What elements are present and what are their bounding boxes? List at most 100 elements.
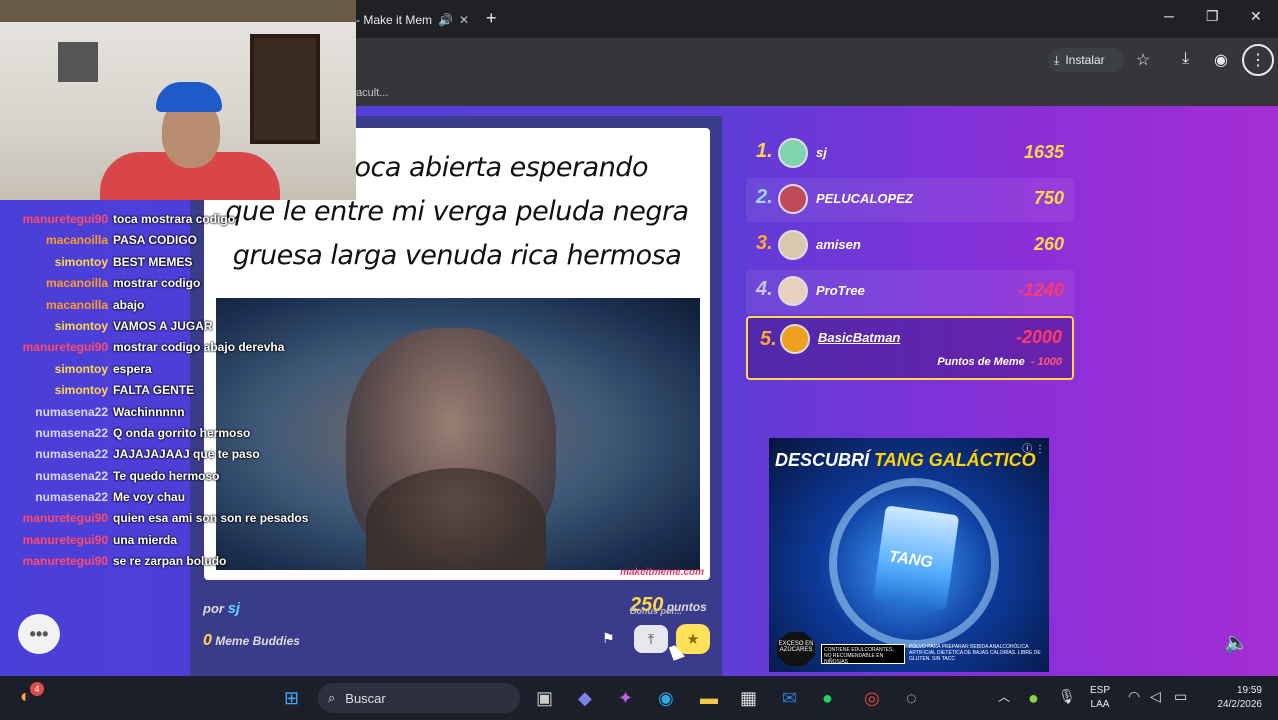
- me-name[interactable]: BasicBatman: [818, 330, 900, 345]
- download-icon[interactable]: ⤓: [1182, 50, 1189, 68]
- chat-text: una mierda: [113, 532, 178, 547]
- player-avatar: [778, 276, 808, 306]
- chat-username: macanoilla: [45, 233, 108, 248]
- chat-message: macanoilla mostrar codigo: [0, 276, 330, 297]
- wifi-icon[interactable]: ◠: [1128, 688, 1140, 705]
- player-name[interactable]: PELUCALOPEZ: [816, 191, 913, 206]
- meme-buddies: 0 Meme Buddies: [203, 632, 300, 650]
- chat-username: macanoilla: [45, 276, 108, 291]
- chat-text: mostrar codigo abajo derevha: [113, 340, 285, 355]
- chat-username: manuretegui90: [22, 511, 108, 526]
- beard-shape: [366, 468, 546, 570]
- leaderboard-me: 5. BasicBatman -2000 Puntos de Meme - 100…: [746, 316, 1074, 380]
- ad-pack-label: TANG: [887, 548, 934, 572]
- chat-message: manuretegui90 se re zarpan boludo: [0, 554, 330, 575]
- file-explorer-icon[interactable]: ▬: [700, 688, 718, 709]
- outlook-icon[interactable]: ✉: [782, 688, 797, 709]
- star-bookmark-icon[interactable]: ☆: [1136, 50, 1150, 70]
- ad-warning-badge: EXCESO EN AZÚCARES: [777, 632, 815, 666]
- chat-username: manuretegui90: [22, 212, 108, 226]
- new-tab-button[interactable]: +: [486, 8, 497, 29]
- chat-message: manuretegui90 mostrar codigo abajo derevh…: [0, 340, 330, 361]
- browser-menu-icon[interactable]: ⋮: [1242, 44, 1274, 76]
- chat-message: manuretegui90 quien esa ami son son re pe…: [0, 511, 330, 532]
- ad-info-icon[interactable]: ⓘ ⋮: [1022, 440, 1045, 455]
- chat-username: numasena22: [35, 468, 108, 483]
- spotify-icon[interactable]: ●: [822, 688, 833, 709]
- chat-message: numasena22 Wachinnnnn: [0, 405, 330, 426]
- chat-text: JAJAJAJAAJ que te paso: [113, 447, 260, 462]
- chat-text: espera: [113, 361, 152, 376]
- maximize-button[interactable]: ❐: [1206, 8, 1219, 25]
- volume-icon[interactable]: 🔈: [1224, 630, 1249, 655]
- chat-username: simontoy: [54, 383, 108, 398]
- leaderboard-rank: 4.: [756, 278, 773, 300]
- chat-text: se re zarpan boludo: [113, 554, 227, 569]
- leaderboard-row: 2. PELUCALOPEZ 750: [746, 178, 1074, 222]
- share-button[interactable]: ⤒: [634, 625, 668, 653]
- chat-message: numasena22 Te quedo hermoso: [0, 469, 330, 490]
- leaderboard-row: 4. ProTree -1240: [746, 270, 1074, 314]
- taskbar-search[interactable]: ⌕ Buscar: [318, 683, 520, 713]
- tang-ad[interactable]: TANG DESCUBRÍ TANG GALÁCTICO ⓘ ⋮ EXCESO …: [769, 438, 1049, 672]
- task-view-icon[interactable]: ▣: [536, 688, 553, 709]
- player-score: 750: [1033, 188, 1064, 208]
- webcam-window: [250, 34, 320, 144]
- ad-legal-box: CONTIENE EDULCORANTES, NO RECOMENDABLE E…: [821, 644, 905, 665]
- lang-bottom: LAA: [1090, 699, 1110, 710]
- buddies-count: 0: [203, 632, 212, 649]
- chat-text: Wachinnnnn: [113, 404, 185, 419]
- language-indicator[interactable]: ESP LAA: [1090, 684, 1110, 712]
- chat-message: manuretegui90 una mierda: [0, 533, 330, 554]
- player-name[interactable]: amisen: [816, 237, 861, 252]
- webcam-poster: [58, 42, 98, 82]
- author-prefix: por: [203, 601, 224, 616]
- windows-taskbar: [0, 676, 1278, 720]
- chat-text: toca mostrara codigo: [113, 212, 236, 226]
- teams-icon[interactable]: ◆: [578, 688, 592, 709]
- notification-badge: 4: [30, 682, 44, 696]
- points-caption: Bonus por...: [630, 606, 683, 616]
- chrome-icon[interactable]: ◎: [864, 688, 880, 709]
- edge-icon[interactable]: ◉: [658, 688, 674, 709]
- install-button[interactable]: ⤓ Instalar: [1048, 48, 1124, 72]
- volume-tray-icon[interactable]: ◁: [1150, 688, 1161, 705]
- leaderboard-rank: 3.: [756, 232, 773, 254]
- chat-message: manuretegui90 toca mostrara codigo: [0, 212, 330, 233]
- ad-small-print: POLVO PARA PREPARAR BEBIDA ANALCOHÓLICA …: [909, 644, 1041, 662]
- flag-icon[interactable]: ⚑: [602, 630, 615, 647]
- player-avatar: [778, 138, 808, 168]
- meme-points-value: - 1000: [1030, 356, 1062, 368]
- tray-app-icon[interactable]: ●: [1028, 688, 1039, 709]
- meme-watermark: makeitmeme.com: [620, 567, 704, 578]
- tab-make-it-meme[interactable]: - Make it Mem 🔊 ✕: [356, 6, 476, 34]
- meme-points: Bonus por... 250 puntos: [630, 594, 707, 617]
- microphone-icon[interactable]: 🎙: [1058, 688, 1076, 705]
- player-name[interactable]: sj: [816, 145, 827, 160]
- chat-message: simontoy FALTA GENTE: [0, 383, 330, 404]
- store-icon[interactable]: ▦: [740, 688, 757, 709]
- player-name[interactable]: ProTree: [816, 283, 865, 298]
- tab-close-icon[interactable]: ✕: [459, 13, 469, 27]
- chevron-up-icon[interactable]: ︿: [998, 688, 1010, 705]
- ad-title-white: DESCUBRÍ: [775, 450, 870, 470]
- obs-icon[interactable]: ◌: [906, 688, 917, 709]
- author-name[interactable]: sj: [228, 600, 241, 617]
- close-window-button[interactable]: ✕: [1250, 8, 1262, 25]
- chat-bubble-icon[interactable]: •••: [18, 614, 60, 654]
- chat-text: abajo: [113, 297, 145, 312]
- star-icon: ★: [686, 631, 700, 648]
- me-score: -2000: [1015, 327, 1062, 347]
- chat-username: numasena22: [35, 404, 108, 419]
- copilot-icon[interactable]: ✦: [618, 688, 633, 709]
- bookmark-item[interactable]: acult...: [356, 87, 388, 99]
- chat-overlay: manuretegui90 toca mostrara codigo macanoi…: [0, 212, 330, 576]
- system-clock[interactable]: 19:59 24/2/2026: [1204, 684, 1263, 712]
- search-placeholder: Buscar: [345, 690, 386, 706]
- start-icon[interactable]: ⊞: [284, 688, 299, 709]
- chat-text: VAMOS A JUGAR: [113, 318, 213, 333]
- speaker-icon[interactable]: 🔊: [438, 13, 453, 27]
- minimize-button[interactable]: ─: [1164, 8, 1174, 24]
- battery-icon[interactable]: ▭: [1174, 688, 1187, 705]
- profile-avatar[interactable]: ◉: [1214, 50, 1228, 70]
